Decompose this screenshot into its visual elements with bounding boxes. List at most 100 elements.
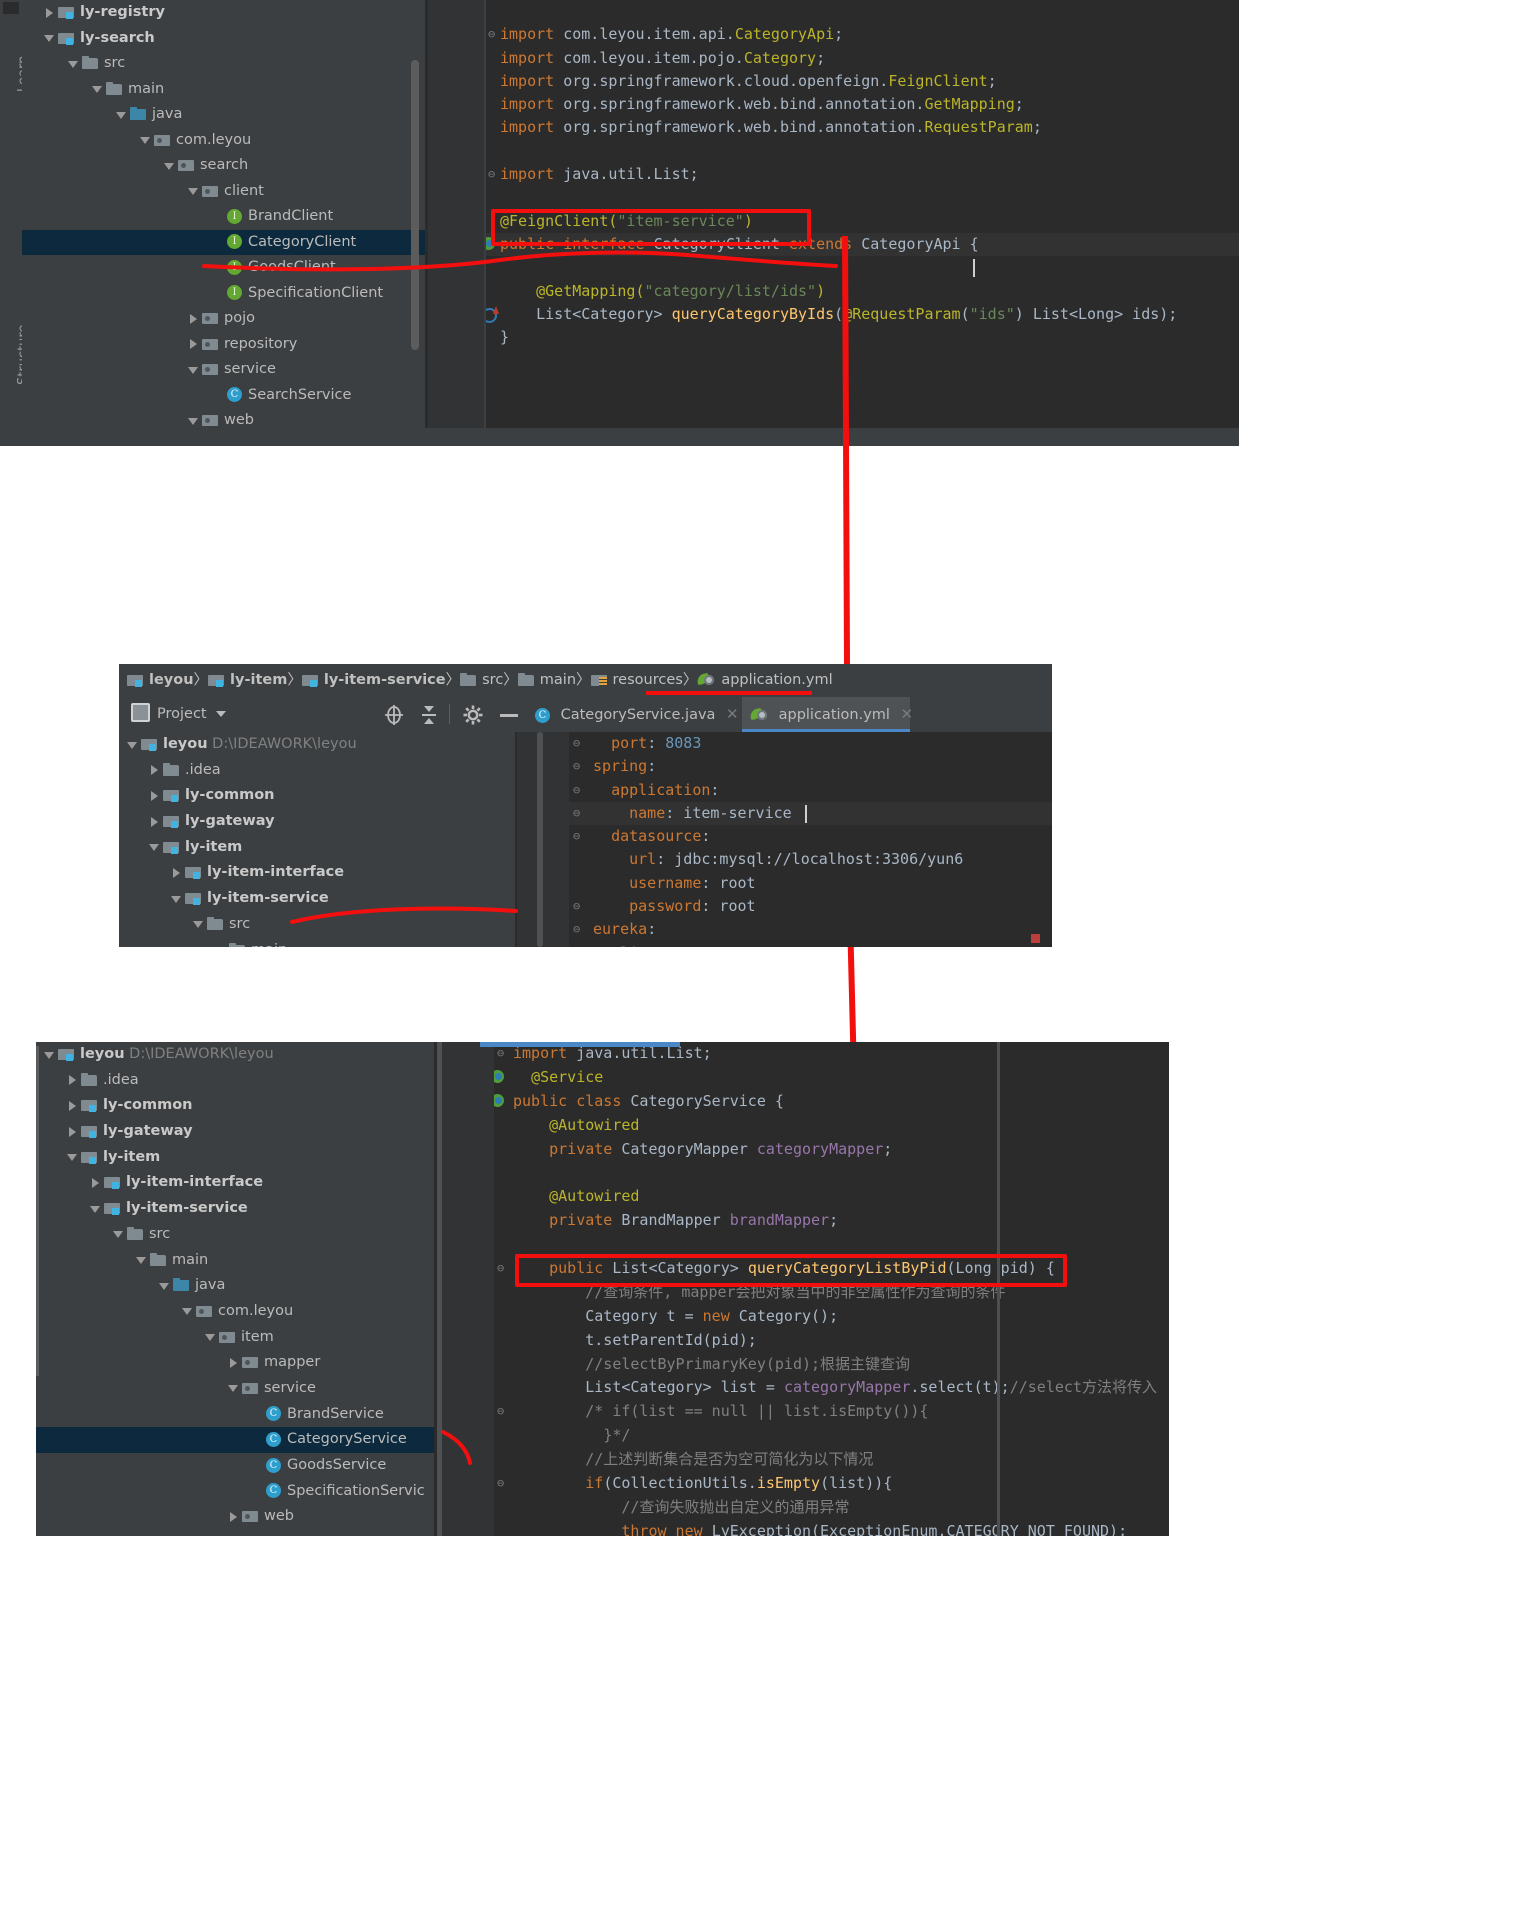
code-line[interactable]: 3⊖import com.leyou.item.api.CategoryApi; <box>428 23 1239 46</box>
chevron-right-icon[interactable] <box>171 867 182 878</box>
code-line[interactable]: 6import org.springframework.web.bind.ann… <box>428 93 1239 116</box>
chevron-right-icon[interactable] <box>228 1357 239 1368</box>
bottom-code-editor[interactable]: 14⊖import java.util.List;15 @Service16pu… <box>437 1042 1169 1536</box>
tree-item-ly-item-interface[interactable]: ly-item-interface <box>36 1170 434 1196</box>
tree-item-ly-item-service[interactable]: ly-item-service <box>119 886 515 912</box>
tree-item-ly-search[interactable]: ly-search <box>22 26 425 52</box>
bottom-project-tree[interactable]: leyou D:\IDEAWORK\leyou .idea ly-common ly-… <box>36 1042 434 1536</box>
top-project-tree[interactable]: ly-registry ly-search src main java com.leyou… <box>22 0 425 446</box>
code-line[interactable]: 25 Category t = new Category(); <box>437 1305 1169 1329</box>
tree-item--idea[interactable]: .idea <box>36 1068 434 1094</box>
code-line[interactable]: 11@FeignClient("item-service") <box>428 210 1239 233</box>
tree-item-categoryclient[interactable]: CategoryClient <box>22 229 425 255</box>
code-fold-icon[interactable]: ⊖ <box>573 942 580 947</box>
tree-item-goodsclient[interactable]: GoodsClient <box>22 255 425 281</box>
tree-item-item[interactable]: item <box>36 1325 434 1351</box>
breadcrumb-item-main[interactable]: main <box>517 664 576 697</box>
mid-editor-scrollbar[interactable] <box>537 732 543 947</box>
tree-item-main[interactable]: main <box>119 938 515 947</box>
code-line[interactable]: 17 <box>428 349 1239 372</box>
code-line[interactable]: 26 t.setParentId(pid); <box>437 1329 1169 1353</box>
chevron-down-icon[interactable] <box>216 711 226 717</box>
code-line[interactable]: 14 @GetMapping("category/list/ids") <box>428 280 1239 303</box>
close-icon[interactable]: ✕ <box>901 705 914 723</box>
code-line[interactable]: 7 url: jdbc:mysql://localhost:3306/yun6 <box>517 848 1052 871</box>
tree-item-service[interactable]: service <box>22 357 425 383</box>
code-line[interactable]: 5⊖ name: item-service <box>517 801 1052 826</box>
chevron-right-icon[interactable] <box>188 313 199 324</box>
code-line[interactable]: 28 List<Category> list = categoryMapper.… <box>437 1376 1169 1400</box>
bottom-editor-scrollbar[interactable] <box>437 1042 442 1536</box>
code-line[interactable]: 23⊖ public List<Category> queryCategoryL… <box>437 1257 1169 1281</box>
code-line[interactable]: 16} <box>428 326 1239 349</box>
bottom-tree-scrollbar[interactable] <box>36 1046 39 1376</box>
code-line[interactable]: 18 private CategoryMapper categoryMapper… <box>437 1138 1169 1162</box>
code-line[interactable]: 30 }*/ <box>437 1424 1169 1448</box>
tree-item-ly-item[interactable]: ly-item <box>119 835 515 861</box>
chevron-down-icon[interactable] <box>228 1382 239 1393</box>
code-line[interactable]: 32⊖ if(CollectionUtils.isEmpty(list)){ <box>437 1472 1169 1496</box>
chevron-right-icon[interactable] <box>149 790 160 801</box>
chevron-right-icon[interactable] <box>67 1100 78 1111</box>
code-line[interactable]: 11⊖ client: <box>517 942 1052 947</box>
chevron-down-icon[interactable] <box>188 415 199 426</box>
code-line[interactable]: 6⊖ datasource: <box>517 825 1052 848</box>
code-line[interactable]: 4⊖ application: <box>517 779 1052 802</box>
mid-code-editor[interactable]: 2⊖ port: 80833⊖spring:4⊖ application:5⊖ … <box>517 732 1052 947</box>
tree-item-ly-item-interface[interactable]: ly-item-interface <box>119 860 515 886</box>
code-line[interactable]: 15 List<Category> queryCategoryByIds(@Re… <box>428 303 1239 326</box>
tree-item--idea[interactable]: .idea <box>119 758 515 784</box>
tree-item-goodsservice[interactable]: GoodsService <box>36 1453 434 1479</box>
code-line[interactable]: 9⊖ password: root <box>517 895 1052 918</box>
tree-item-src[interactable]: src <box>22 51 425 77</box>
tree-item-service[interactable]: service <box>36 1376 434 1402</box>
code-line[interactable]: 9⊖import java.util.List; <box>428 163 1239 186</box>
code-line[interactable]: 17 @Autowired <box>437 1114 1169 1138</box>
tree-item-specificationservic[interactable]: SpecificationServic <box>36 1479 434 1505</box>
code-line[interactable]: 21 private BrandMapper brandMapper; <box>437 1209 1169 1233</box>
chevron-down-icon[interactable] <box>188 364 199 375</box>
chevron-right-icon[interactable] <box>149 764 160 776</box>
toolwindow-icon[interactable] <box>3 2 19 14</box>
chevron-right-icon[interactable] <box>44 7 55 18</box>
code-fold-icon[interactable]: ⊖ <box>573 895 580 918</box>
chevron-down-icon[interactable] <box>67 1151 78 1162</box>
tree-item-src[interactable]: src <box>36 1222 434 1248</box>
tree-item-ly-common[interactable]: ly-common <box>36 1093 434 1119</box>
tree-item-mapper[interactable]: mapper <box>36 1350 434 1376</box>
chevron-down-icon[interactable] <box>44 1049 55 1060</box>
project-toolwindow-icon[interactable] <box>131 703 150 722</box>
chevron-right-icon[interactable] <box>188 338 199 349</box>
chevron-down-icon[interactable] <box>149 841 160 852</box>
chevron-down-icon[interactable] <box>171 893 182 904</box>
code-line[interactable]: 10⊖eureka: <box>517 918 1052 941</box>
chevron-right-icon[interactable] <box>67 1126 78 1137</box>
chevron-right-icon[interactable] <box>90 1177 101 1188</box>
code-line[interactable]: 12public interface CategoryClient extend… <box>428 232 1239 257</box>
tree-item-web[interactable]: web <box>36 1504 434 1530</box>
tree-item-pojo[interactable]: pojo <box>22 306 425 332</box>
tree-item-leyou[interactable]: leyou D:\IDEAWORK\leyou <box>36 1042 434 1068</box>
tree-item-ly-item[interactable]: ly-item <box>36 1145 434 1171</box>
tree-item-specificationclient[interactable]: SpecificationClient <box>22 281 425 307</box>
project-label[interactable]: Project <box>157 697 207 732</box>
tree-item-ly-gateway[interactable]: ly-gateway <box>36 1119 434 1145</box>
code-line[interactable]: 29⊖ /* if(list == null || list.isEmpty()… <box>437 1400 1169 1424</box>
code-line[interactable]: 10 <box>428 186 1239 209</box>
tree-item-java[interactable]: java <box>22 102 425 128</box>
breadcrumb-item-ly-item-service[interactable]: ly-item-service <box>301 664 446 697</box>
tree-item-brandclient[interactable]: BrandClient <box>22 204 425 230</box>
code-fold-icon[interactable]: ⊖ <box>573 918 580 941</box>
code-line[interactable]: 27 //selectByPrimaryKey(pid);根据主键查询 <box>437 1353 1169 1377</box>
code-line[interactable]: 3⊖spring: <box>517 755 1052 778</box>
tree-item-leyou[interactable]: leyou D:\IDEAWORK\leyou <box>119 732 515 758</box>
tree-item-ly-registry[interactable]: ly-registry <box>22 0 425 26</box>
code-fold-icon[interactable]: ⊖ <box>573 755 580 778</box>
tree-item-java[interactable]: java <box>36 1273 434 1299</box>
chevron-right-icon[interactable] <box>67 1074 78 1086</box>
chevron-down-icon[interactable] <box>68 58 79 69</box>
chevron-down-icon[interactable] <box>140 134 151 145</box>
code-line[interactable]: 31 //上述判断集合是否为空可简化为以下情况 <box>437 1448 1169 1472</box>
chevron-down-icon[interactable] <box>136 1254 147 1265</box>
chevron-down-icon[interactable] <box>127 739 138 750</box>
